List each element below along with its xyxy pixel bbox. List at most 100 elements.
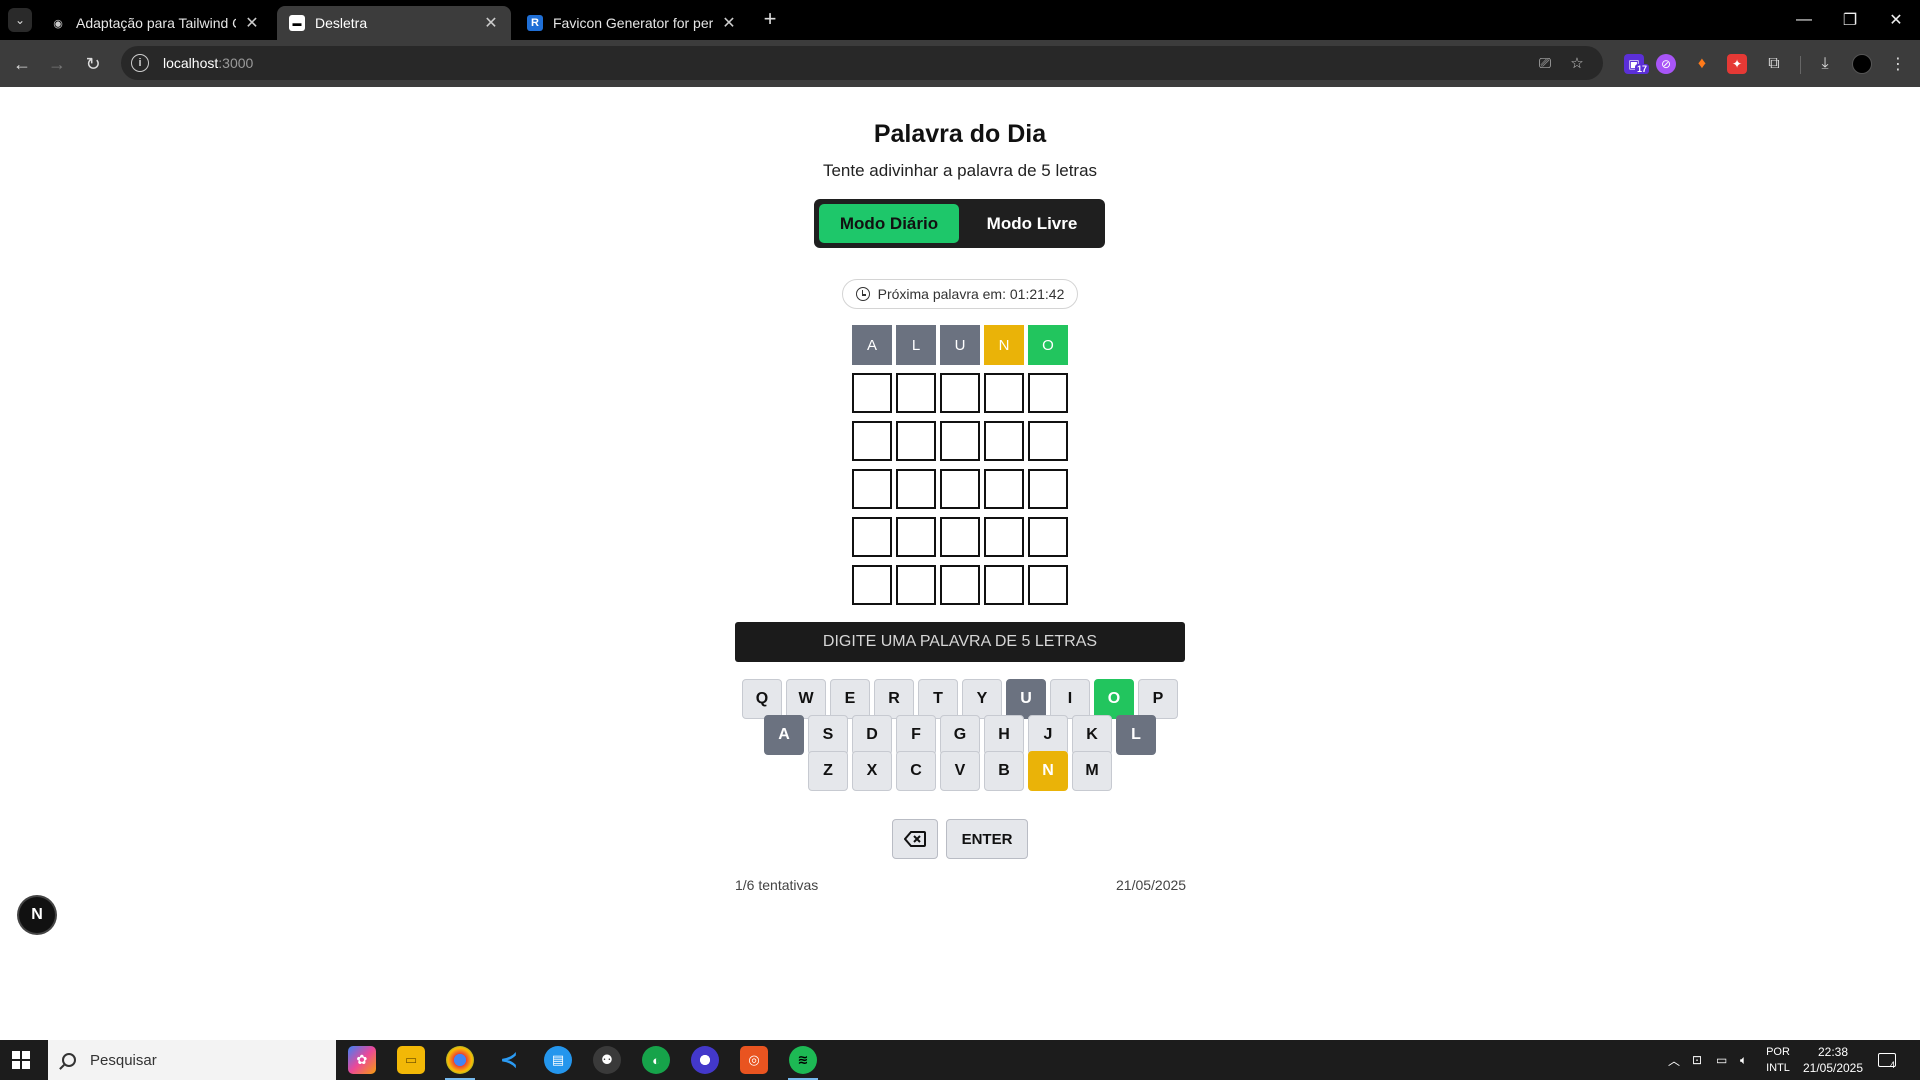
key-e[interactable]: E <box>830 679 870 719</box>
install-app-icon[interactable]: ⎚ <box>1536 54 1554 72</box>
reload-button[interactable]: ↻ <box>79 50 107 78</box>
key-x[interactable]: X <box>852 751 892 791</box>
menu-kebab-icon[interactable]: ⋮ <box>1888 54 1908 74</box>
file-explorer-icon[interactable]: ▭ <box>397 1046 425 1074</box>
keyboard-row: ZXCVBNM <box>0 751 1920 791</box>
grid-row <box>852 469 1068 509</box>
grid-cell <box>852 421 892 461</box>
new-tab-button[interactable]: + <box>758 8 782 32</box>
volume-icon[interactable]: 🔈︎ <box>1740 1040 1760 1080</box>
key-p[interactable]: P <box>1138 679 1178 719</box>
tab-title: Adaptação para Tailwind CSS <box>76 15 236 31</box>
spotify-icon[interactable]: ≋ <box>789 1046 817 1074</box>
mode-toggle: Modo Diário Modo Livre <box>814 199 1105 248</box>
taskbar-search[interactable]: Pesquisar <box>48 1040 336 1080</box>
key-n[interactable]: N <box>1028 751 1068 791</box>
key-g[interactable]: G <box>940 715 980 755</box>
tab-search-button[interactable]: ⌄ <box>8 8 32 32</box>
key-q[interactable]: Q <box>742 679 782 719</box>
extension-4-icon[interactable]: ✦ <box>1727 54 1747 74</box>
key-u[interactable]: U <box>1006 679 1046 719</box>
key-f[interactable]: F <box>896 715 936 755</box>
grid-cell <box>940 421 980 461</box>
close-window-button[interactable]: ✕ <box>1873 0 1919 40</box>
grid-cell <box>852 469 892 509</box>
tab-desletra[interactable]: ▬ Desletra ✕ <box>277 6 511 40</box>
back-button[interactable]: ← <box>8 50 36 78</box>
restore-button[interactable]: ❐ <box>1827 0 1873 40</box>
extension-2-icon[interactable]: ⊘ <box>1656 54 1676 74</box>
input-language-indicator[interactable]: POR INTL <box>1762 1044 1794 1076</box>
backspace-button[interactable] <box>892 819 938 859</box>
site-info-icon[interactable]: i <box>131 54 149 72</box>
key-k[interactable]: K <box>1072 715 1112 755</box>
keyboard-actions: ENTER <box>0 819 1920 859</box>
close-icon[interactable]: ✕ <box>721 13 737 33</box>
chrome-icon[interactable] <box>446 1046 474 1074</box>
next-word-timer: Próxima palavra em: 01:21:42 <box>842 279 1078 309</box>
key-s[interactable]: S <box>808 715 848 755</box>
taskbar-clock[interactable]: 22:38 21/05/2025 <box>1800 1044 1866 1076</box>
app-blue-orb-icon[interactable] <box>691 1046 719 1074</box>
address-bar[interactable]: i localhost:3000 ⎚ ☆ <box>121 46 1603 80</box>
bookmark-star-icon[interactable]: ☆ <box>1568 54 1586 72</box>
grid-cell <box>852 373 892 413</box>
enter-button[interactable]: ENTER <box>946 819 1028 859</box>
grid-cell: L <box>896 325 936 365</box>
extension-3-icon[interactable]: ♦ <box>1692 54 1712 74</box>
key-h[interactable]: H <box>984 715 1024 755</box>
key-r[interactable]: R <box>874 679 914 719</box>
key-i[interactable]: I <box>1050 679 1090 719</box>
download-icon[interactable]: ⤓ <box>1815 54 1835 74</box>
tray-overflow-chevron-icon[interactable]: ︿ <box>1668 1040 1688 1080</box>
grid-cell <box>1028 565 1068 605</box>
key-o[interactable]: O <box>1094 679 1134 719</box>
extension-1-icon[interactable]: ▣ 17 <box>1624 54 1650 74</box>
docker-icon[interactable]: ▤ <box>544 1046 572 1074</box>
windows-taskbar: Pesquisar ✿ ▭ ≺ ▤ ⚉ ◐ ◎ ≋ ︿ ⊡ ▭ 🔈︎ POR I… <box>0 1040 1920 1080</box>
key-j[interactable]: J <box>1028 715 1068 755</box>
backspace-icon <box>904 831 926 847</box>
profile-avatar[interactable] <box>1852 54 1872 74</box>
taskbar-search-placeholder: Pesquisar <box>90 1051 157 1069</box>
key-b[interactable]: B <box>984 751 1024 791</box>
attempts-counter: 1/6 tentativas <box>735 877 819 893</box>
notifications-icon[interactable]: 4 <box>1878 1040 1908 1080</box>
windows-start-icon[interactable] <box>12 1051 30 1069</box>
grid-cell <box>896 565 936 605</box>
nextjs-dev-badge[interactable]: N <box>19 897 55 933</box>
close-icon[interactable]: ✕ <box>244 13 260 33</box>
grid-cell <box>896 421 936 461</box>
page-content: Palavra do Dia Tente adivinhar a palavra… <box>0 87 1920 1040</box>
key-d[interactable]: D <box>852 715 892 755</box>
grid-cell <box>896 517 936 557</box>
close-icon[interactable]: ✕ <box>483 13 499 33</box>
key-c[interactable]: C <box>896 751 936 791</box>
key-a[interactable]: A <box>764 715 804 755</box>
key-y[interactable]: Y <box>962 679 1002 719</box>
free-mode-button[interactable]: Modo Livre <box>964 204 1100 243</box>
key-m[interactable]: M <box>1072 751 1112 791</box>
key-z[interactable]: Z <box>808 751 848 791</box>
meet-now-icon[interactable]: ⊡ <box>1692 1040 1712 1080</box>
minimize-button[interactable]: — <box>1781 0 1827 40</box>
copilot-icon[interactable]: ✿ <box>348 1046 376 1074</box>
network-icon[interactable]: ▭ <box>1716 1040 1736 1080</box>
key-t[interactable]: T <box>918 679 958 719</box>
forward-button[interactable]: → <box>43 50 71 78</box>
extensions-puzzle-icon[interactable]: ⧉ <box>1764 54 1784 74</box>
tab-tailwind[interactable]: ◉ Adaptação para Tailwind CSS ✕ <box>38 6 272 40</box>
key-w[interactable]: W <box>786 679 826 719</box>
github-desktop-icon[interactable]: ⚉ <box>593 1046 621 1074</box>
app-green-icon[interactable]: ◐ <box>642 1046 670 1074</box>
key-v[interactable]: V <box>940 751 980 791</box>
tab-title: Favicon Generator for perfect ic <box>553 15 713 31</box>
grid-cell <box>896 373 936 413</box>
daily-mode-button[interactable]: Modo Diário <box>819 204 959 243</box>
tab-favicon-generator[interactable]: R Favicon Generator for perfect ic ✕ <box>515 6 749 40</box>
key-l[interactable]: L <box>1116 715 1156 755</box>
vscode-icon[interactable]: ≺ <box>495 1046 523 1074</box>
grid-cell <box>984 517 1024 557</box>
ubuntu-icon[interactable]: ◎ <box>740 1046 768 1074</box>
page-subtitle: Tente adivinhar a palavra de 5 letras <box>822 161 1098 180</box>
